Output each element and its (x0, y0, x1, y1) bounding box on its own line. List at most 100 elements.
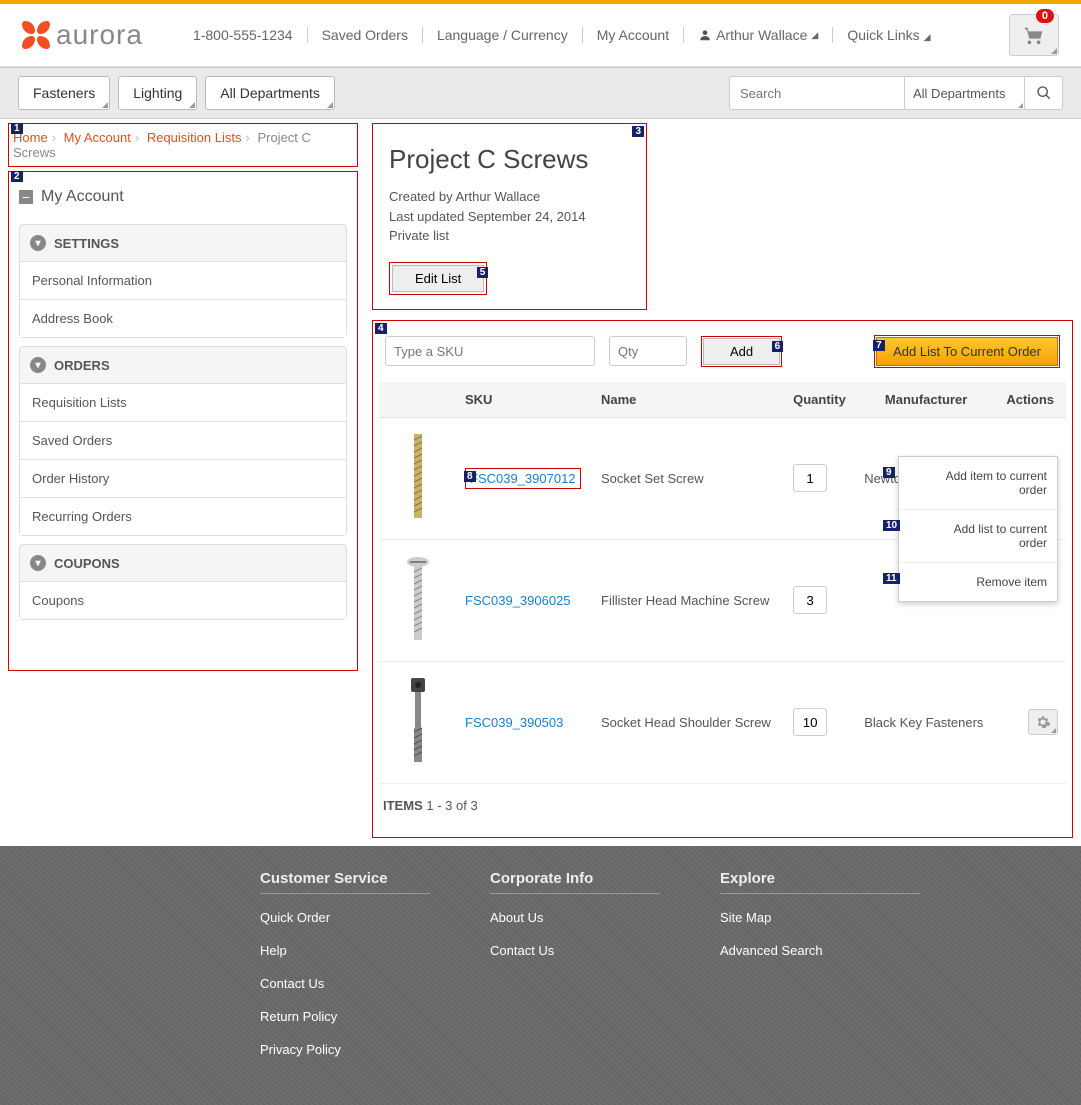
product-name: Fillister Head Machine Screw (593, 539, 785, 661)
col-qty: Quantity (785, 382, 856, 418)
product-image-icon (402, 432, 434, 522)
sku-link[interactable]: FSC039_3906025 (465, 593, 571, 608)
items-table: SKU Name Quantity Manufacturer Actions (379, 382, 1066, 784)
nav-bar: Fasteners Lighting All Departments All D… (0, 67, 1081, 119)
search-icon (1036, 85, 1052, 101)
footer-link[interactable]: Privacy Policy (260, 1042, 430, 1057)
breadcrumb-requisition-lists[interactable]: Requisition Lists (147, 130, 242, 145)
sidebar-item-personal-info[interactable]: Personal Information (20, 261, 346, 299)
header-links: 1-800-555-1234 Saved Orders Language / C… (179, 27, 999, 43)
product-name: Socket Set Screw (593, 417, 785, 539)
search-input[interactable] (729, 76, 905, 110)
table-row: FSC039_390503 Socket Head Shoulder Screw… (379, 661, 1066, 783)
col-name: Name (593, 382, 785, 418)
breadcrumb-my-account[interactable]: My Account (64, 130, 131, 145)
sidebar-item-address-book[interactable]: Address Book (20, 299, 346, 337)
cart-button[interactable]: 0 (1009, 14, 1059, 56)
row-qty-input[interactable] (793, 586, 827, 614)
brand-logo[interactable]: aurora (22, 19, 143, 51)
qty-input[interactable] (609, 336, 687, 366)
sku-link[interactable]: FSC039_390503 (465, 715, 563, 730)
footer-customer-service: Customer Service Quick Order Help Contac… (260, 870, 430, 1075)
annotation-marker: 11 (883, 573, 900, 584)
footer-link[interactable]: Site Map (720, 910, 920, 925)
add-list-to-order-button[interactable]: Add List To Current Order (876, 337, 1058, 366)
panel-head-orders[interactable]: ▾ORDERS (20, 347, 346, 383)
privacy: Private list (389, 226, 630, 246)
sidebar-item-saved-orders[interactable]: Saved Orders (20, 421, 346, 459)
logo-icon (22, 21, 50, 49)
collapse-icon: − (19, 190, 33, 204)
list-content-box: 4 6 Add 7 Add List To Current Order (372, 320, 1073, 838)
chevron-down-icon: ▾ (30, 357, 46, 373)
brand-text: aurora (56, 19, 143, 51)
breadcrumb: 1 Home› My Account› Requisition Lists› P… (8, 123, 358, 167)
dd-add-item[interactable]: 9 Add item to current order (899, 457, 1057, 510)
search-category-select[interactable]: All Departments (905, 76, 1025, 110)
user-menu[interactable]: Arthur Wallace ◢ (684, 27, 833, 43)
sidebar: 2 − My Account ▾SETTINGS Personal Inform… (8, 171, 358, 671)
product-name: Socket Head Shoulder Screw (593, 661, 785, 783)
items-footer: ITEMS 1 - 3 of 3 (379, 784, 1066, 827)
add-button[interactable]: Add (703, 338, 780, 365)
annotation-marker: 7 (873, 340, 885, 351)
footer-link[interactable]: Quick Order (260, 910, 430, 925)
footer-link[interactable]: Contact Us (260, 976, 430, 991)
sidebar-item-order-history[interactable]: Order History (20, 459, 346, 497)
row-qty-input[interactable] (793, 464, 827, 492)
nav-tab-fasteners[interactable]: Fasteners (18, 76, 110, 110)
page-title: Project C Screws (389, 144, 630, 175)
nav-tab-lighting[interactable]: Lighting (118, 76, 197, 110)
created-by: Created by Arthur Wallace (389, 187, 630, 207)
cart-badge: 0 (1036, 9, 1054, 23)
sidebar-item-requisition-lists[interactable]: Requisition Lists (20, 383, 346, 421)
row-qty-input[interactable] (793, 708, 827, 736)
footer-link[interactable]: Help (260, 943, 430, 958)
panel-head-coupons[interactable]: ▾COUPONS (20, 545, 346, 581)
gear-icon (1035, 714, 1051, 730)
footer-link[interactable]: Contact Us (490, 943, 660, 958)
sidebar-item-recurring-orders[interactable]: Recurring Orders (20, 497, 346, 535)
annotation-marker: 5 (477, 267, 489, 278)
panel-head-settings[interactable]: ▾SETTINGS (20, 225, 346, 261)
edit-list-button[interactable]: Edit List (392, 265, 484, 292)
annotation-marker: 10 (883, 520, 900, 531)
table-row: 8 FSC039_3907012 Socket Set Screw Newton… (379, 417, 1066, 539)
product-image-icon (402, 554, 434, 644)
dd-remove-item[interactable]: 11 Remove item (899, 563, 1057, 601)
annotation-marker: 1 (11, 123, 23, 134)
search-button[interactable] (1025, 76, 1063, 110)
panel-settings: ▾SETTINGS Personal Information Address B… (19, 224, 347, 338)
user-name: Arthur Wallace (716, 27, 807, 43)
my-account-link[interactable]: My Account (583, 27, 684, 43)
search-group: All Departments (729, 76, 1063, 110)
phone-number: 1-800-555-1234 (179, 27, 308, 43)
annotation-marker: 8 (464, 471, 476, 482)
sidebar-item-coupons[interactable]: Coupons (20, 581, 346, 619)
row-actions-button[interactable] (1028, 709, 1058, 735)
dd-add-list[interactable]: 10 Add list to current order (899, 510, 1057, 563)
nav-tab-all-departments[interactable]: All Departments (205, 76, 335, 110)
annotation-marker: 2 (11, 171, 23, 182)
chevron-down-icon: ▾ (30, 555, 46, 571)
annotation-marker: 4 (375, 323, 387, 334)
quick-links[interactable]: Quick Links ◢ (833, 27, 944, 43)
footer: Customer Service Quick Order Help Contac… (0, 846, 1081, 1105)
sidebar-title[interactable]: − My Account (9, 172, 357, 216)
language-currency-link[interactable]: Language / Currency (423, 27, 583, 43)
caret-icon: ◢ (811, 30, 818, 41)
sku-link[interactable]: FSC039_3907012 (470, 471, 576, 486)
cart-icon (1023, 24, 1045, 46)
footer-link[interactable]: Advanced Search (720, 943, 920, 958)
footer-link[interactable]: Return Policy (260, 1009, 430, 1024)
annotation-marker: 3 (632, 126, 644, 137)
chevron-down-icon: ▾ (30, 235, 46, 251)
footer-link[interactable]: About Us (490, 910, 660, 925)
top-controls: 6 Add 7 Add List To Current Order (379, 331, 1066, 382)
sku-input[interactable] (385, 336, 595, 366)
saved-orders-link[interactable]: Saved Orders (308, 27, 423, 43)
footer-explore: Explore Site Map Advanced Search (720, 870, 920, 1075)
list-header-box: 3 Project C Screws Created by Arthur Wal… (372, 123, 647, 310)
col-actions: Actions (996, 382, 1066, 418)
annotation-marker: 9 (883, 467, 895, 478)
